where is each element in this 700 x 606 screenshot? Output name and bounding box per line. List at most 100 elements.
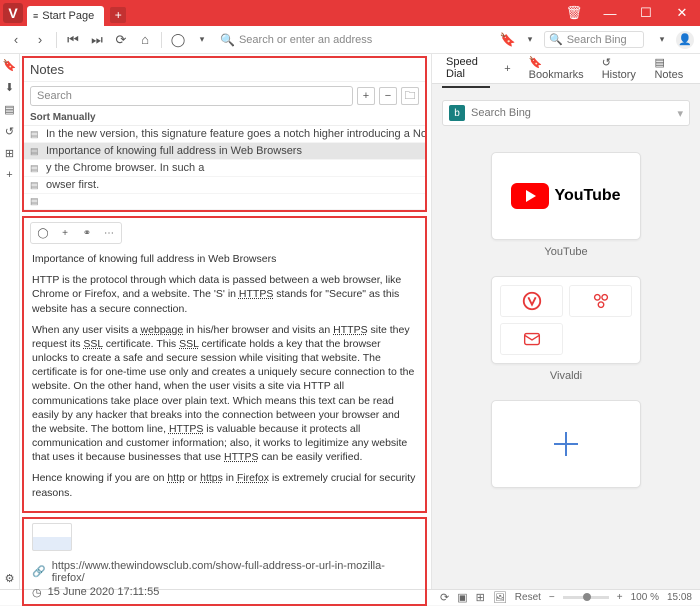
address-field[interactable]: 🔍 Search or enter an address — [216, 33, 496, 47]
new-folder-button[interactable]: 🗀 — [401, 87, 419, 105]
tab-start-page[interactable]: ≡ Start Page — [27, 6, 104, 26]
chevron-down-icon[interactable]: ▾ — [652, 30, 672, 50]
note-icon: ▤ — [30, 163, 40, 174]
search-engine-label: Search Bing — [567, 34, 627, 46]
tab-notes[interactable]: ▤ Notes — [650, 50, 690, 87]
speed-dial-search-input[interactable] — [471, 107, 671, 119]
tiling-icon[interactable]: ⊞ — [476, 591, 485, 604]
notes-list: ▤In the new version, this signature feat… — [24, 126, 425, 210]
panel-title: Notes — [24, 58, 425, 82]
editor-paragraph: When any user visits a webpage in his/he… — [32, 323, 417, 465]
speed-dial-folder-vivaldi[interactable]: Vivaldi — [491, 276, 641, 382]
plus-icon — [551, 429, 581, 459]
profile-avatar[interactable]: 👤 — [676, 31, 694, 49]
speed-dial-page: Speed Dial + 🔖 Bookmarks ↺ History ▤ Not… — [432, 54, 700, 589]
zoom-in-button[interactable]: + — [617, 592, 623, 603]
editor-toolbar: ◯ + ⚭ ⋯ — [30, 222, 122, 244]
note-item[interactable]: ▤In the new version, this signature feat… — [24, 126, 425, 143]
fast-forward-button[interactable]: ⏭ — [87, 30, 107, 50]
notes-icon: ▤ — [654, 57, 664, 69]
new-tab-button[interactable]: + — [110, 7, 126, 23]
note-item[interactable]: ▤ — [24, 194, 425, 210]
camera-icon[interactable]: ◯ — [35, 225, 51, 241]
clock-icon: ◷ — [32, 586, 42, 599]
tab-add[interactable]: + — [500, 57, 514, 81]
forward-button[interactable]: › — [30, 30, 50, 50]
speed-dial-search[interactable]: b ▾ — [442, 100, 690, 126]
minimize-button[interactable]: — — [592, 0, 628, 26]
note-editor[interactable]: Importance of knowing full address in We… — [24, 248, 425, 511]
note-source-url[interactable]: 🔗 https://www.thewindowsclub.com/show-fu… — [32, 559, 417, 585]
images-toggle-icon[interactable]: 🖼 — [493, 591, 507, 604]
address-placeholder: Search or enter an address — [239, 34, 372, 46]
note-item[interactable]: ▤Importance of knowing full address in W… — [24, 143, 425, 160]
chevron-down-icon[interactable]: ▾ — [520, 30, 540, 50]
editor-paragraph: Hence knowing if you are on http or http… — [32, 471, 417, 499]
downloads-panel-icon[interactable]: ⬇ — [3, 80, 17, 94]
add-panel-icon[interactable]: + — [3, 168, 17, 182]
home-button[interactable]: ⌂ — [135, 30, 155, 50]
bookmarks-panel-icon[interactable]: 🔖 — [3, 58, 17, 72]
notes-search-input[interactable]: Search — [30, 86, 353, 106]
zoom-value: 100 % — [631, 592, 659, 603]
side-toolbar: 🔖 ⬇ ▤ ↺ ⊞ + ⚙ — [0, 54, 20, 589]
bookmark-icon: 🔖 — [529, 57, 543, 69]
vivaldi-logo[interactable]: V — [3, 3, 23, 23]
highlighted-editor-section: ◯ + ⚭ ⋯ Importance of knowing full addre… — [22, 216, 427, 513]
note-icon: ▤ — [30, 129, 40, 140]
settings-icon[interactable]: ⚙ — [3, 571, 17, 585]
shield-icon[interactable]: ◯ — [168, 30, 188, 50]
folder-thumb — [569, 285, 632, 317]
more-icon[interactable]: ⋯ — [101, 225, 117, 241]
title-bar: V ≡ Start Page + 🗑 — ☐ ✕ — [0, 0, 700, 26]
rewind-button[interactable]: ⏮ — [63, 30, 83, 50]
sort-label[interactable]: Sort Manually — [24, 110, 425, 126]
tab-history[interactable]: ↺ History — [598, 50, 641, 87]
capture-icon[interactable]: ▣ — [457, 591, 467, 604]
link-icon: 🔗 — [32, 565, 46, 578]
trash-icon[interactable]: 🗑 — [556, 0, 592, 26]
link-icon[interactable]: ⚭ — [79, 225, 95, 241]
notes-panel-icon[interactable]: ▤ — [3, 102, 17, 116]
close-window-button[interactable]: ✕ — [664, 0, 700, 26]
editor-paragraph: HTTP is the protocol through which data … — [32, 273, 417, 316]
back-button[interactable]: ‹ — [6, 30, 26, 50]
maximize-button[interactable]: ☐ — [628, 0, 664, 26]
note-timestamp: ◷ 15 June 2020 17:11:55 — [32, 585, 417, 600]
note-thumbnail[interactable] — [32, 523, 72, 551]
window-panel-icon[interactable]: ⊞ — [3, 146, 17, 160]
tab-speed-dial[interactable]: Speed Dial — [442, 50, 490, 88]
zoom-out-button[interactable]: − — [549, 592, 555, 603]
note-icon: ▤ — [30, 146, 40, 157]
chevron-down-icon[interactable]: ▾ — [677, 107, 683, 120]
sync-icon[interactable]: ⟳ — [440, 591, 449, 604]
reload-button[interactable]: ⟳ — [111, 30, 131, 50]
bookmark-icon[interactable]: 🔖 — [500, 32, 516, 48]
highlighted-notes-header-section: Notes Search + − 🗀 Sort Manually ▤In the… — [22, 56, 427, 212]
speed-dial-tile-youtube[interactable]: YouTube YouTube — [491, 152, 641, 258]
speed-dial-add-tile[interactable] — [491, 400, 641, 488]
search-icon: 🔍 — [549, 33, 563, 46]
zoom-slider[interactable] — [563, 596, 609, 599]
note-item[interactable]: ▤y the Chrome browser. In such a — [24, 160, 425, 177]
note-item[interactable]: ▤owser first. — [24, 177, 425, 194]
note-icon: ▤ — [30, 196, 40, 207]
clock: 15:08 — [667, 592, 692, 603]
address-bar: ‹ › ⏮ ⏭ ⟳ ⌂ ◯ ▾ 🔍 Search or enter an add… — [0, 26, 700, 54]
history-panel-icon[interactable]: ↺ — [3, 124, 17, 138]
youtube-logo: YouTube — [511, 183, 620, 209]
start-page-tabs: Speed Dial + 🔖 Bookmarks ↺ History ▤ Not… — [432, 54, 700, 84]
folder-thumb — [500, 285, 563, 317]
search-bar[interactable]: 🔍 Search Bing — [544, 31, 644, 48]
note-icon: ▤ — [30, 180, 40, 191]
folder-thumb — [500, 323, 563, 355]
chevron-down-icon[interactable]: ▾ — [192, 30, 212, 50]
search-icon: 🔍 — [220, 33, 235, 47]
add-note-button[interactable]: + — [357, 87, 375, 105]
tab-bookmarks[interactable]: 🔖 Bookmarks — [525, 50, 588, 87]
remove-note-button[interactable]: − — [379, 87, 397, 105]
zoom-reset-button[interactable]: Reset — [515, 592, 541, 603]
attach-icon[interactable]: + — [57, 225, 73, 241]
tab-label: Start Page — [42, 10, 94, 22]
bing-logo-icon: b — [449, 105, 465, 121]
